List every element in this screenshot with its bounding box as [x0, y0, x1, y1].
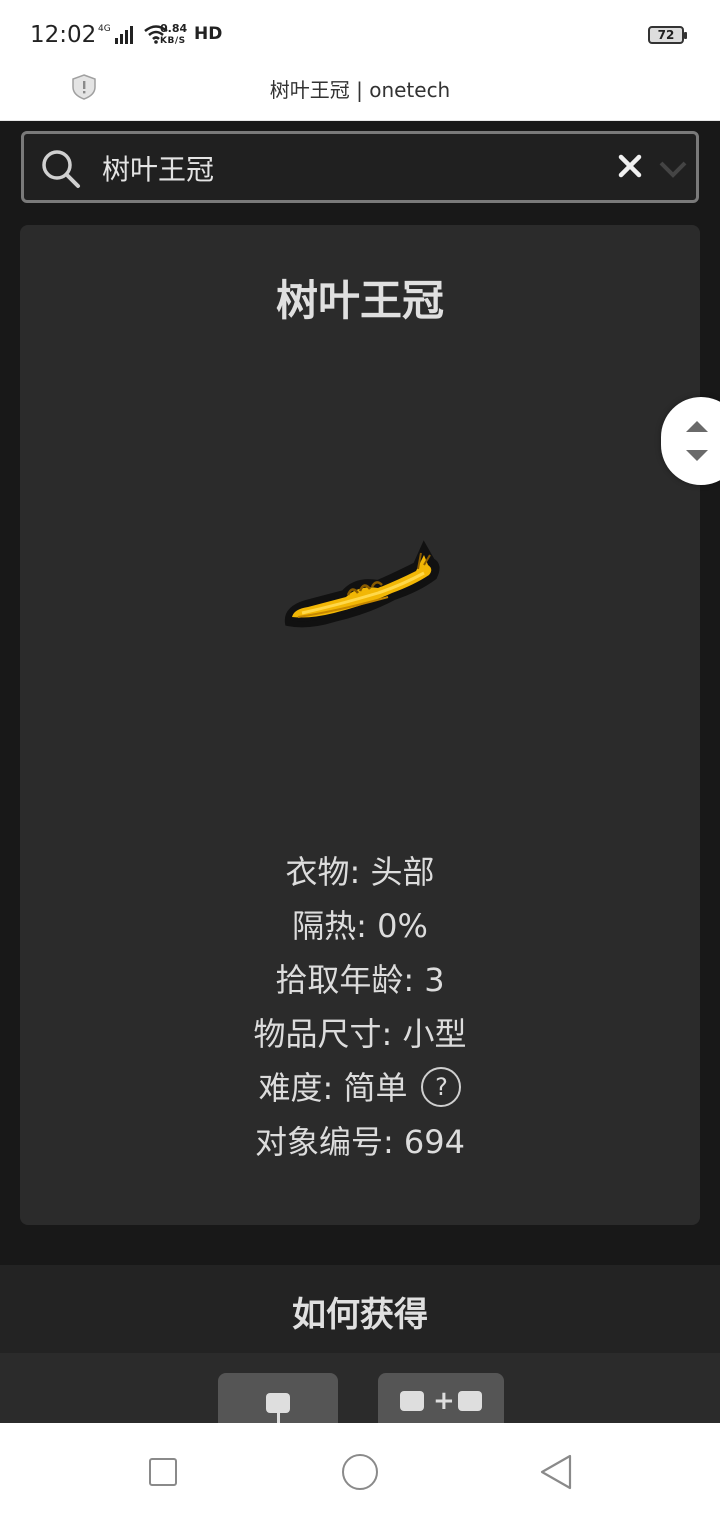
speed-unit: KB/S: [160, 36, 186, 46]
ingredient-icon: [400, 1391, 424, 1411]
navigation-bar: [0, 1423, 720, 1520]
prop-clothing: 衣物: 头部: [285, 853, 435, 891]
item-title: 树叶王冠: [275, 276, 444, 325]
section-title: 如何获得: [292, 1295, 428, 1335]
prop-difficulty: 难度: 简单: [258, 1069, 408, 1107]
cell-signal-icon: [114, 26, 133, 44]
ingredient-icon: [266, 1393, 290, 1413]
section-header: 如何获得: [0, 1265, 720, 1353]
clear-icon[interactable]: [616, 152, 644, 180]
item-properties: 衣物: 头部 隔热: 0% 拾取年龄: 3 物品尺寸: 小型 难度: 简单? 对…: [20, 845, 700, 1169]
recipe-tabs: +: [0, 1353, 720, 1423]
prop-object-id: 对象编号: 694: [254, 1123, 466, 1161]
hd-badge: HD: [194, 24, 223, 44]
status-time: 12:02: [30, 22, 97, 48]
ingredient-icon: [458, 1391, 482, 1411]
chevron-down-icon[interactable]: [658, 156, 688, 180]
recipe-tab-single[interactable]: [218, 1373, 338, 1423]
search-icon: [42, 150, 80, 188]
back-icon[interactable]: [538, 1453, 574, 1491]
plus-icon: +: [433, 1386, 455, 1416]
item-card: 树叶王冠 衣物: 头部 隔热: 0% 拾取年龄: 3 物品尺寸: 小型 难度: …: [20, 225, 700, 1225]
status-bar: 12:02 4G 0.84 KB/S HD 72: [0, 0, 720, 66]
prop-difficulty-row: 难度: 简单?: [20, 1061, 700, 1115]
tool-handle-icon: [277, 1413, 280, 1423]
recipe-tab-combine[interactable]: +: [378, 1373, 504, 1423]
prop-pickup-age: 拾取年龄: 3: [275, 961, 445, 999]
browser-title-bar: 树叶王冠 | onetech: [0, 66, 720, 121]
battery-icon: 72: [648, 26, 687, 44]
network-speed: 0.84 KB/S: [160, 23, 187, 47]
difficulty-help-button[interactable]: ?: [421, 1067, 462, 1107]
home-icon[interactable]: [342, 1454, 378, 1490]
search-box[interactable]: [21, 131, 699, 203]
battery-level: 72: [657, 28, 675, 42]
search-input[interactable]: [100, 146, 604, 190]
scroll-down-icon[interactable]: [686, 450, 708, 461]
scroll-up-icon[interactable]: [686, 421, 708, 432]
speed-value: 0.84: [160, 22, 188, 35]
network-label: 4G: [98, 24, 111, 34]
network-indicator: 4G: [98, 24, 169, 44]
leaf-crown-image: [284, 540, 440, 628]
page-title: 树叶王冠 | onetech: [269, 78, 451, 102]
prop-item-size: 物品尺寸: 小型: [253, 1015, 467, 1053]
recent-apps-icon[interactable]: [149, 1458, 177, 1486]
prop-insulation: 隔热: 0%: [292, 907, 428, 945]
